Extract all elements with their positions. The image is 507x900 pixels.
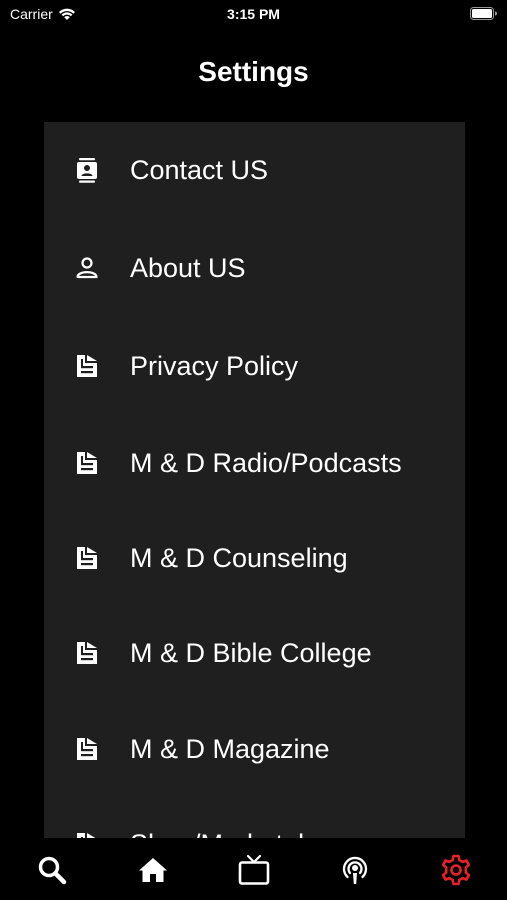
status-bar: Carrier 3:15 PM [0,0,507,28]
podcast-icon [342,856,368,884]
settings-item-about-us[interactable]: About US [44,238,465,298]
settings-item-radio-podcasts[interactable]: M & D Radio/Podcasts [44,433,465,493]
settings-item-privacy-policy[interactable]: Privacy Policy [44,336,465,396]
document-icon [72,543,102,573]
settings-item-label: M & D Bible College [130,637,372,668]
settings-item-label: M & D Counseling [130,542,348,573]
settings-item-label: M & D Radio/Podcasts [130,447,402,478]
gear-icon [441,854,471,886]
home-icon [139,858,167,882]
document-icon [72,829,102,838]
settings-item-shop-marketplace[interactable]: Shop/Marketplace [44,814,465,838]
search-icon [38,856,67,885]
tab-bar [0,838,507,900]
document-icon [72,351,102,381]
settings-item-bible-college[interactable]: M & D Bible College [44,623,465,683]
document-icon [72,638,102,668]
status-time: 3:15 PM [227,6,280,22]
tab-search[interactable] [32,850,72,890]
tab-home[interactable] [133,850,173,890]
contact-card-icon [72,155,102,185]
settings-item-label: About US [130,252,246,283]
settings-list: Contact US About US Privacy Policy M & D… [44,122,465,838]
document-icon [72,734,102,764]
person-icon [72,253,102,283]
document-icon [72,448,102,478]
settings-item-label: Privacy Policy [130,350,299,381]
tab-podcasts[interactable] [335,850,375,890]
battery-icon [470,7,497,20]
tv-icon [238,854,270,885]
settings-item-label: Contact US [130,154,269,185]
settings-item-counseling[interactable]: M & D Counseling [44,528,465,588]
page-title: Settings [198,56,309,87]
settings-item-contact-us[interactable]: Contact US [44,140,465,200]
settings-item-label: M & D Magazine [130,733,330,764]
tab-settings[interactable] [436,850,476,890]
settings-screen: Carrier 3:15 PM Settings Contact US Abou… [0,0,507,900]
settings-item-magazine[interactable]: M & D Magazine [44,719,465,779]
settings-item-label: Shop/Marketplace [130,829,348,839]
tab-tv[interactable] [234,850,274,890]
